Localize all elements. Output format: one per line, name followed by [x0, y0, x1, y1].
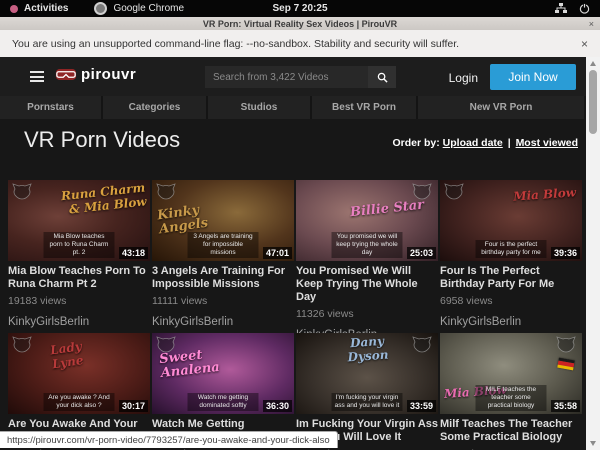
window-titlebar: VR Porn: Virtual Reality Sex Videos | Pi… [0, 17, 600, 30]
scroll-up-icon[interactable] [590, 61, 596, 66]
duration-badge: 30:17 [119, 400, 148, 412]
thumbnail-overlay-title: Mia Blow [498, 185, 577, 204]
search-input[interactable] [205, 66, 368, 88]
thumbnail-caption: Four is the perfect birthday party for m… [476, 240, 547, 258]
thumbnail-caption: MILF teaches the teacher some practical … [476, 385, 547, 411]
video-studio-link[interactable]: KinkyGirlsBerlin [152, 316, 294, 328]
duration-badge: 25:03 [407, 247, 436, 259]
scrollbar-thumb[interactable] [589, 70, 597, 134]
video-studio-link[interactable]: KinkyGirlsBerlin [8, 316, 150, 328]
cat-mask-icon [12, 183, 32, 205]
thumbnail-caption: Watch me getting dominated softly [188, 393, 259, 411]
video-card[interactable]: Runa Charm & Mia Blow Mia Blow teaches p… [8, 180, 150, 328]
search-button[interactable] [368, 66, 396, 88]
duration-badge: 35:58 [551, 400, 580, 412]
thumbnail-caption: You promised we will keep trying the who… [332, 232, 403, 258]
site-logo[interactable]: pirouvr [55, 66, 136, 83]
video-views: 11111 views [152, 295, 294, 307]
order-separator: | [506, 137, 513, 149]
status-url-tooltip: https://pirouvr.com/vr-porn-video/779325… [0, 431, 338, 448]
video-title[interactable]: 3 Angels Are Training For Impossible Mis… [152, 265, 294, 291]
duration-badge: 43:18 [119, 247, 148, 259]
system-bar: Activities Google Chrome Sep 7 20:25 [0, 0, 600, 17]
video-views: 11326 views [296, 308, 438, 320]
scroll-down-icon[interactable] [590, 441, 596, 446]
duration-badge: 33:59 [407, 400, 436, 412]
video-title[interactable]: Mia Blow Teaches Porn To Runa Charm Pt 2 [8, 265, 150, 291]
menu-item-pornstars[interactable]: Pornstars [0, 96, 101, 119]
power-icon[interactable] [579, 3, 590, 14]
menu-item-categories[interactable]: Categories [103, 96, 206, 119]
video-thumbnail[interactable]: Sweet Analena Watch me getting dominated… [152, 333, 294, 414]
infobar: You are using an unsupported command-lin… [0, 30, 600, 57]
thumbnail-caption: 3 Angels are training for impossible mis… [188, 232, 259, 258]
video-views: 19183 views [8, 295, 150, 307]
video-card[interactable]: Kinky Angels 3 Angels are training for i… [152, 180, 294, 328]
cat-mask-icon [556, 336, 576, 358]
duration-badge: 47:01 [263, 247, 292, 259]
vr-goggles-icon [55, 68, 77, 81]
video-thumbnail[interactable]: Runa Charm & Mia Blow Mia Blow teaches p… [8, 180, 150, 261]
menu-item-studios[interactable]: Studios [208, 96, 310, 119]
order-by: Order by: Upload date | Most viewed [392, 137, 578, 149]
cat-mask-icon [156, 336, 176, 358]
video-views: 6958 views [440, 295, 582, 307]
video-thumbnail[interactable]: Lady Lyne Are you awake ? And your dick … [8, 333, 150, 414]
clock[interactable]: Sep 7 20:25 [0, 3, 600, 14]
thumbnail-overlay-title: Runa Charm & Mia Blow [57, 180, 147, 217]
video-title[interactable]: Milf Teaches The Teacher Some Practical … [440, 418, 582, 444]
thumbnail-caption: I'm fucking your virgin ass and you will… [332, 393, 403, 411]
logo-text: pirouvr [81, 66, 136, 83]
thumbnail-caption: Mia Blow teaches porn to Runa Charm pt. … [44, 232, 115, 258]
video-thumbnail[interactable]: Mia Blow Four is the perfect birthday pa… [440, 180, 582, 261]
cat-mask-icon [412, 183, 432, 205]
video-card[interactable]: Mia Blow Four is the perfect birthday pa… [440, 180, 582, 328]
duration-badge: 39:36 [551, 247, 580, 259]
video-thumbnail[interactable]: Billie Star You promised we will keep tr… [296, 180, 438, 261]
order-link-most-viewed[interactable]: Most viewed [516, 137, 578, 149]
video-thumbnail[interactable]: Dany Dyson I'm fucking your virgin ass a… [296, 333, 438, 414]
infobar-text: You are using an unsupported command-lin… [12, 38, 459, 50]
login-link[interactable]: Login [449, 71, 478, 85]
page-title: VR Porn Videos [24, 127, 180, 153]
window-close-icon[interactable]: × [589, 19, 594, 29]
thumbnail-overlay-title: Lady Lyne [49, 335, 116, 372]
infobar-close-icon[interactable]: × [581, 37, 588, 51]
video-card[interactable]: Mia Blow MILF teaches the teacher some p… [440, 333, 582, 450]
video-thumbnail[interactable]: Kinky Angels 3 Angels are training for i… [152, 180, 294, 261]
video-card[interactable]: Billie Star You promised we will keep tr… [296, 180, 438, 341]
thumbnail-overlay-title: Mia Blow [444, 381, 530, 401]
search-icon [377, 72, 388, 83]
scrollbar[interactable] [586, 57, 600, 450]
cat-mask-icon [156, 183, 176, 205]
order-by-label: Order by: [392, 137, 439, 149]
thumbnail-overlay-title: Dany Dyson [331, 333, 404, 365]
nav-menu: Pornstars Categories Studios Best VR Por… [0, 96, 584, 119]
video-title[interactable]: You Promised We Will Keep Trying The Who… [296, 265, 438, 304]
screen: Activities Google Chrome Sep 7 20:25 VR … [0, 0, 600, 450]
network-icon[interactable] [555, 3, 567, 14]
order-link-upload-date[interactable]: Upload date [443, 137, 503, 149]
cat-mask-icon [12, 336, 32, 358]
menu-item-best-vr-porn[interactable]: Best VR Porn [312, 96, 416, 119]
duration-badge: 36:30 [263, 400, 292, 412]
cat-mask-icon [412, 336, 432, 358]
german-flag-icon [557, 358, 574, 371]
menu-item-new-vr-porn[interactable]: New VR Porn [418, 96, 584, 119]
video-thumbnail[interactable]: Mia Blow MILF teaches the teacher some p… [440, 333, 582, 414]
thumbnail-caption: Are you awake ? And your dick also ? [44, 393, 115, 411]
cat-mask-icon [444, 183, 464, 205]
site-navbar: pirouvr Login Join Now [0, 57, 600, 96]
hamburger-menu-icon[interactable] [30, 71, 44, 82]
tab-title: VR Porn: Virtual Reality Sex Videos | Pi… [203, 19, 397, 29]
join-now-button[interactable]: Join Now [490, 64, 576, 90]
video-studio-link[interactable]: KinkyGirlsBerlin [440, 316, 582, 328]
video-title[interactable]: Four Is The Perfect Birthday Party For M… [440, 265, 582, 291]
